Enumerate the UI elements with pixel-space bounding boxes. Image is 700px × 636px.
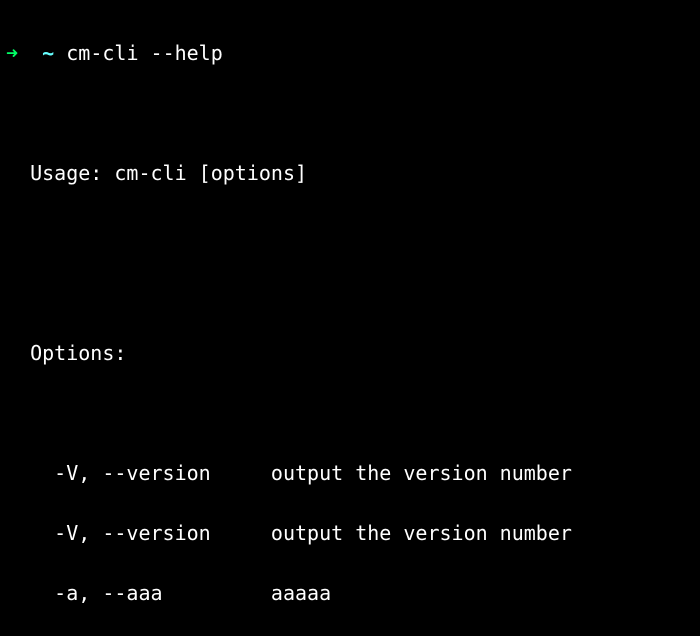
blank-line <box>6 278 694 308</box>
prompt-line-1: ➜ ~ cm-cli --help <box>6 38 694 68</box>
options-header: Options: <box>6 338 694 368</box>
prompt-arrow: ➜ <box>6 41 18 65</box>
option-row: -V, --version output the version number <box>6 458 694 488</box>
usage-line: Usage: cm-cli [options] <box>6 158 694 188</box>
blank-line <box>6 398 694 428</box>
option-flag: -a, --aaa <box>6 581 271 605</box>
option-flag: -V, --version <box>6 461 271 485</box>
blank-line <box>6 218 694 248</box>
option-flag: -V, --version <box>6 521 271 545</box>
option-row: -a, --aaa aaaaa <box>6 578 694 608</box>
option-desc: output the version number <box>271 461 572 485</box>
blank-line <box>6 98 694 128</box>
command-1: cm-cli --help <box>66 41 223 65</box>
terminal[interactable]: ➜ ~ cm-cli --help Usage: cm-cli [options… <box>0 0 700 636</box>
prompt-tilde: ~ <box>42 41 54 65</box>
option-desc: output the version number <box>271 521 572 545</box>
option-desc: aaaaa <box>271 581 331 605</box>
option-row: -V, --version output the version number <box>6 518 694 548</box>
